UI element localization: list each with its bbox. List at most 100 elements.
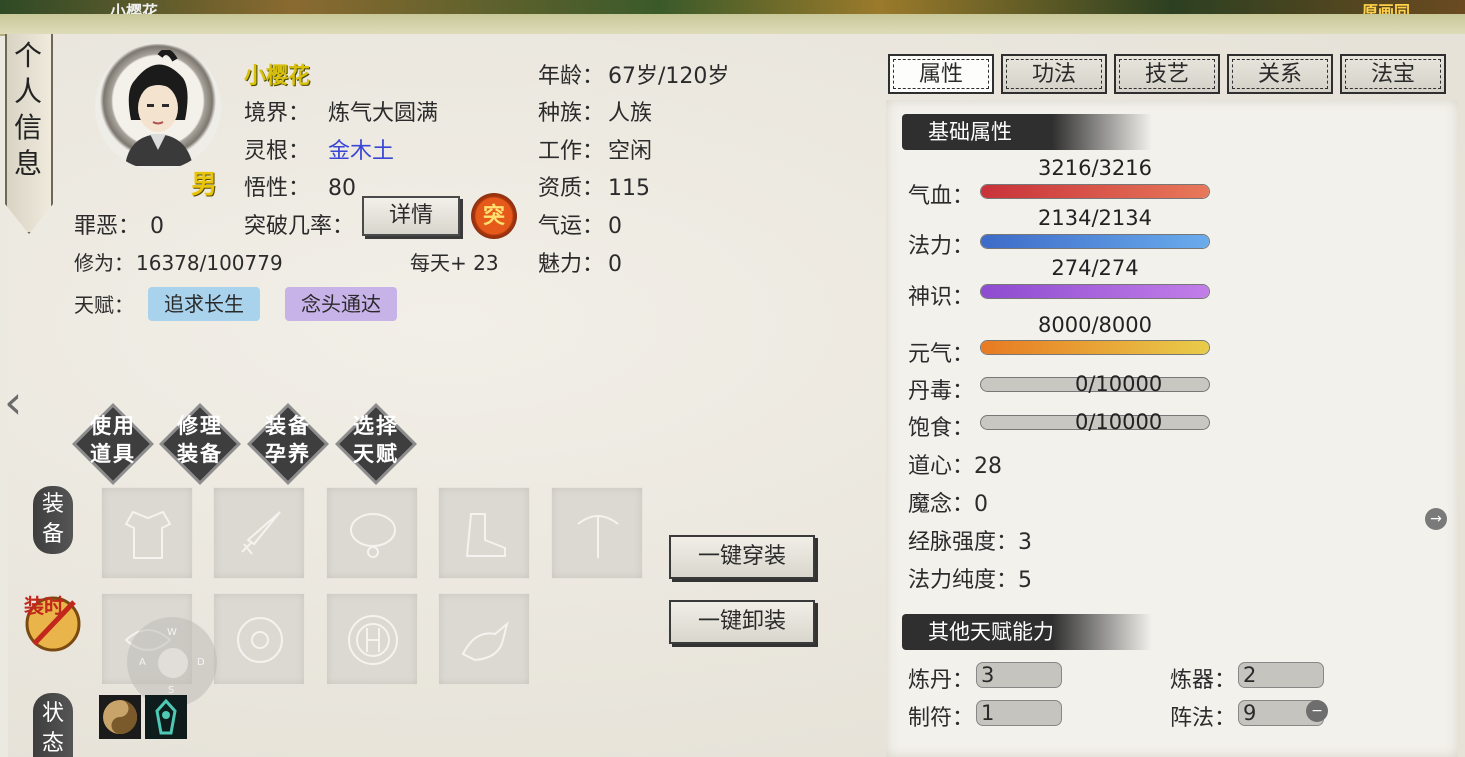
- armor-icon: [124, 510, 172, 559]
- satiety-label: 饱食：: [908, 416, 975, 441]
- cultivation-row: 修为： 16378/100779: [74, 247, 283, 276]
- character-name: 小樱花: [244, 64, 311, 89]
- joystick-w: W: [167, 627, 177, 638]
- dao-heart-row: 道心：28: [908, 448, 1002, 480]
- hp-bar: [980, 184, 1210, 199]
- sin-value: 0: [150, 214, 165, 239]
- pill-toxin-label: 丹毒：: [908, 379, 975, 404]
- root-row: 灵根： 金木土: [244, 133, 394, 165]
- meridian-value: 3: [1018, 530, 1033, 555]
- use-item-label: 使用道具: [90, 413, 136, 466]
- scroll-handle-icon[interactable]: →: [1425, 508, 1447, 530]
- gender-label: 男: [191, 170, 218, 200]
- tab-attributes[interactable]: 属性: [888, 54, 994, 94]
- joystick-a: A: [139, 657, 146, 668]
- formation-label: 阵法：: [1170, 706, 1237, 731]
- charm-label: 魅力：: [538, 252, 605, 277]
- mana-value: 2134/2134: [1038, 206, 1152, 230]
- age-row: 年龄： 67岁/120岁: [538, 58, 729, 90]
- mana-purity-value: 5: [1018, 568, 1033, 593]
- comprehension-row: 悟性： 80: [244, 170, 356, 202]
- luck-row: 气运： 0: [538, 208, 622, 240]
- sin-label: 罪恶：: [74, 214, 141, 239]
- vitality-value: 8000/8000: [1038, 313, 1152, 337]
- equip-slot-tool[interactable]: [551, 487, 643, 579]
- charm-value: 0: [608, 252, 623, 277]
- race-label: 种族：: [538, 101, 605, 126]
- spirit-sense-bar: [980, 284, 1210, 299]
- minus-handle-icon[interactable]: −: [1306, 700, 1328, 722]
- aptitude-label: 资质：: [538, 176, 605, 201]
- mana-label: 法力：: [908, 234, 975, 259]
- tab-crafts[interactable]: 技艺: [1114, 54, 1220, 94]
- mana-bar: [980, 234, 1210, 249]
- root-label: 灵根：: [244, 139, 311, 164]
- age-value: 67岁/120岁: [608, 64, 730, 89]
- basic-attributes-title: 基础属性: [902, 114, 1152, 150]
- comprehension-label: 悟性：: [244, 176, 311, 201]
- fashion-toggle[interactable]: 装时: [20, 592, 86, 652]
- race-row: 种族： 人族: [538, 95, 652, 127]
- repair-equipment-button[interactable]: 修理装备: [162, 406, 238, 482]
- equip-slot-shield[interactable]: [326, 593, 418, 685]
- spirit-status-icon[interactable]: [145, 695, 187, 739]
- job-label: 工作：: [538, 139, 605, 164]
- vitality-bar-fill: [981, 341, 1209, 354]
- job-row: 工作： 空闲: [538, 133, 652, 165]
- other-talents-title: 其他天赋能力: [902, 614, 1152, 650]
- tab-treasures[interactable]: 法宝: [1340, 54, 1446, 94]
- spirit-sense-bar-fill: [981, 285, 1209, 298]
- collapse-left-arrow-icon[interactable]: ‹: [4, 375, 22, 429]
- talent-tag[interactable]: 念头通达: [285, 287, 397, 321]
- dao-heart-value: 28: [974, 454, 1003, 479]
- unequip-all-button[interactable]: 一键卸装: [669, 600, 815, 644]
- breakthrough-detail-button[interactable]: 详情: [362, 196, 460, 236]
- tab-skills[interactable]: 功法: [1001, 54, 1107, 94]
- jade-disc-icon: [237, 617, 283, 663]
- charm-row: 魅力： 0: [538, 246, 622, 278]
- yinyang-status-icon[interactable]: [99, 695, 141, 739]
- root-value: 金木土: [328, 139, 395, 164]
- character-portrait-icon: [125, 50, 193, 166]
- job-value: 空闲: [608, 139, 653, 164]
- equipment-section-label[interactable]: 装备: [33, 486, 73, 554]
- spirit-sense-value: 274/274: [1051, 256, 1139, 280]
- equip-slot-jade[interactable]: [213, 593, 305, 685]
- choose-talent-label: 选择天赋: [353, 413, 399, 466]
- equip-slot-boots[interactable]: [438, 487, 530, 579]
- sword-icon: [241, 511, 281, 555]
- use-item-button[interactable]: 使用道具: [75, 406, 151, 482]
- equip-slot-armor[interactable]: [101, 487, 193, 579]
- status-section-label[interactable]: 状态: [33, 693, 73, 757]
- tab-relations[interactable]: 关系: [1227, 54, 1333, 94]
- cultivation-label: 修为：: [74, 251, 134, 275]
- demon-row: 魔念：0: [908, 486, 988, 518]
- equip-slot-weapon[interactable]: [213, 487, 305, 579]
- satiety-value: 0/10000: [1075, 410, 1163, 434]
- equip-all-button[interactable]: 一键穿装: [669, 535, 815, 579]
- virtual-joystick[interactable]: W A D S: [127, 617, 217, 707]
- aptitude-row: 资质： 115: [538, 170, 650, 202]
- repair-equipment-label: 修理装备: [177, 413, 223, 466]
- vitality-bar: [980, 340, 1210, 355]
- talent-tag[interactable]: 追求长生: [148, 287, 260, 321]
- luck-label: 气运：: [538, 214, 605, 239]
- choose-talent-button[interactable]: 选择天赋: [338, 406, 414, 482]
- nurture-equipment-button[interactable]: 装备孕养: [250, 406, 326, 482]
- luck-value: 0: [608, 214, 623, 239]
- hp-bar-fill: [981, 185, 1209, 198]
- equip-slot-mount[interactable]: [438, 593, 530, 685]
- equip-slot-necklace[interactable]: [326, 487, 418, 579]
- talisman-value: 1: [976, 700, 1062, 726]
- mana-purity-label: 法力纯度：: [908, 568, 1019, 593]
- nurture-equipment-label: 装备孕养: [265, 413, 311, 466]
- avatar: [95, 44, 221, 170]
- breakthrough-icon[interactable]: 突: [471, 193, 517, 239]
- hp-value: 3216/3216: [1038, 156, 1152, 180]
- forging-label: 炼器：: [1170, 668, 1237, 693]
- breakthrough-label: 突破几率：: [244, 214, 355, 239]
- necklace-icon: [350, 513, 396, 558]
- joystick-knob[interactable]: [158, 648, 188, 678]
- pickaxe-icon: [577, 515, 619, 558]
- dao-heart-label: 道心：: [908, 454, 975, 479]
